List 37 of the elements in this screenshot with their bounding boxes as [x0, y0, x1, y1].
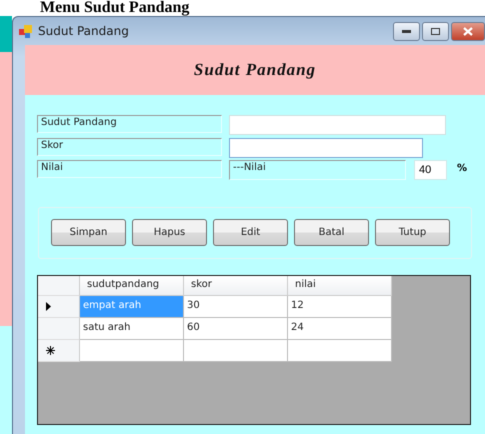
table-cell[interactable]: 30 [184, 296, 288, 318]
value-readout: ---Nilai [229, 160, 406, 180]
text-field[interactable] [229, 138, 423, 158]
action-button[interactable]: Batal [294, 219, 369, 246]
banner-title: Sudut Pandang [25, 45, 485, 95]
action-button[interactable]: Tutup [375, 219, 450, 246]
action-button[interactable]: Edit [213, 219, 288, 246]
close-icon [463, 26, 473, 36]
window-title: Sudut Pandang [38, 24, 130, 38]
maximize-icon [431, 28, 440, 34]
table-cell[interactable] [80, 340, 184, 362]
field-label: Nilai [37, 160, 222, 178]
current-row-icon [46, 302, 51, 310]
column-header[interactable]: nilai [288, 276, 392, 296]
close-button[interactable] [451, 22, 485, 40]
column-header[interactable]: skor [184, 276, 288, 296]
table-cell[interactable]: 60 [184, 318, 288, 340]
action-button[interactable]: Simpan [51, 219, 126, 246]
table-cell[interactable] [184, 340, 288, 362]
maximize-button[interactable] [422, 22, 449, 40]
percent-field[interactable]: 40 [414, 160, 447, 180]
minimize-icon [402, 30, 411, 32]
field-label: Skor [37, 138, 222, 156]
app-icon [19, 24, 32, 38]
page-heading: Menu Sudut Pandang [39, 0, 190, 16]
table-cell[interactable]: 24 [288, 318, 392, 340]
action-button[interactable]: Hapus [132, 219, 207, 246]
column-header[interactable]: sudutpandang [80, 276, 184, 296]
field-label: Sudut Pandang [37, 115, 222, 133]
table-cell[interactable] [288, 340, 392, 362]
percent-unit: % [457, 163, 468, 174]
minimize-button[interactable] [393, 22, 420, 40]
corner-header [38, 276, 80, 296]
row-header[interactable] [38, 340, 80, 362]
table-cell[interactable]: satu arah [80, 318, 184, 340]
row-header[interactable] [38, 296, 80, 318]
table-cell[interactable]: 12 [288, 296, 392, 318]
